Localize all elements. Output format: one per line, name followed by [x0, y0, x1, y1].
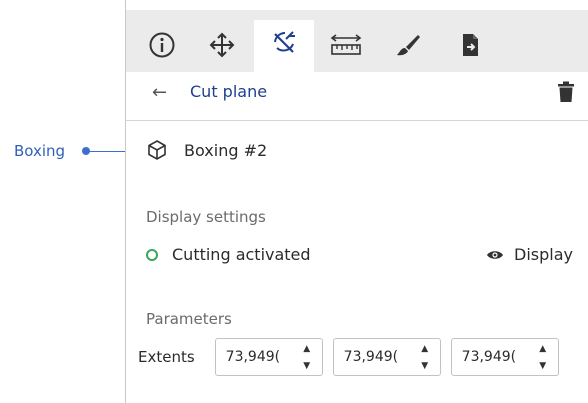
extent-x-stepper[interactable]: ▲ ▼ — [302, 345, 312, 371]
extent-y-stepper[interactable]: ▲ ▼ — [420, 345, 430, 371]
paint-tool-button[interactable] — [378, 22, 438, 72]
active-status-dot — [146, 248, 158, 261]
panel-title: Cut plane — [190, 82, 268, 101]
cut-plane-tool-button[interactable] — [254, 20, 314, 72]
export-document-icon — [463, 34, 478, 56]
display-toggle[interactable]: Display — [486, 245, 573, 264]
panel-header: ← Cut plane — [126, 72, 588, 121]
extent-y-input[interactable]: 73,949( ▲ ▼ — [332, 338, 441, 376]
back-arrow-icon[interactable]: ← — [152, 82, 167, 103]
extent-x-input[interactable]: 73,949( ▲ ▼ — [214, 338, 323, 376]
trash-icon[interactable] — [557, 81, 575, 107]
cutting-status[interactable]: Cutting activated — [146, 245, 311, 264]
cutting-status-label: Cutting activated — [172, 245, 311, 264]
export-tool-button[interactable] — [440, 22, 500, 72]
stepper-up-icon[interactable]: ▲ — [421, 345, 428, 354]
ruler-icon — [330, 34, 362, 55]
extent-y-value: 73,949( — [343, 349, 399, 365]
parameters-heading: Parameters — [146, 310, 232, 328]
stepper-down-icon[interactable]: ▼ — [421, 362, 428, 371]
info-icon — [149, 32, 175, 58]
extent-z-value: 73,949( — [461, 349, 517, 365]
extent-x-value: 73,949( — [225, 349, 281, 365]
callout-line — [89, 150, 126, 152]
cut-plane-panel: ← Cut plane Boxing #2 Display settings C… — [125, 0, 588, 403]
move-icon — [209, 32, 235, 58]
boxing-object-row[interactable]: Boxing #2 — [146, 137, 267, 163]
display-label: Display — [514, 245, 573, 264]
stepper-up-icon[interactable]: ▲ — [539, 345, 546, 354]
cube-icon — [148, 140, 166, 160]
brush-icon — [397, 35, 420, 56]
extents-row: Extents 73,949( ▲ ▼ 73,949( ▲ ▼ 73,949( … — [138, 338, 559, 376]
stepper-down-icon[interactable]: ▼ — [539, 362, 546, 371]
stepper-up-icon[interactable]: ▲ — [303, 345, 310, 354]
move-tool-button[interactable] — [192, 22, 252, 72]
toolbar — [126, 10, 588, 72]
extent-z-stepper[interactable]: ▲ ▼ — [538, 345, 548, 371]
eye-icon — [487, 250, 504, 259]
info-tool-button[interactable] — [132, 22, 192, 72]
measure-tool-button[interactable] — [316, 22, 376, 72]
cut-plane-icon — [274, 31, 295, 53]
callout-label: Boxing — [14, 142, 66, 160]
display-settings-heading: Display settings — [146, 208, 266, 226]
boxing-name: Boxing #2 — [184, 140, 268, 160]
extent-z-input[interactable]: 73,949( ▲ ▼ — [450, 338, 559, 376]
extents-label: Extents — [138, 348, 195, 366]
stepper-down-icon[interactable]: ▼ — [303, 362, 310, 371]
